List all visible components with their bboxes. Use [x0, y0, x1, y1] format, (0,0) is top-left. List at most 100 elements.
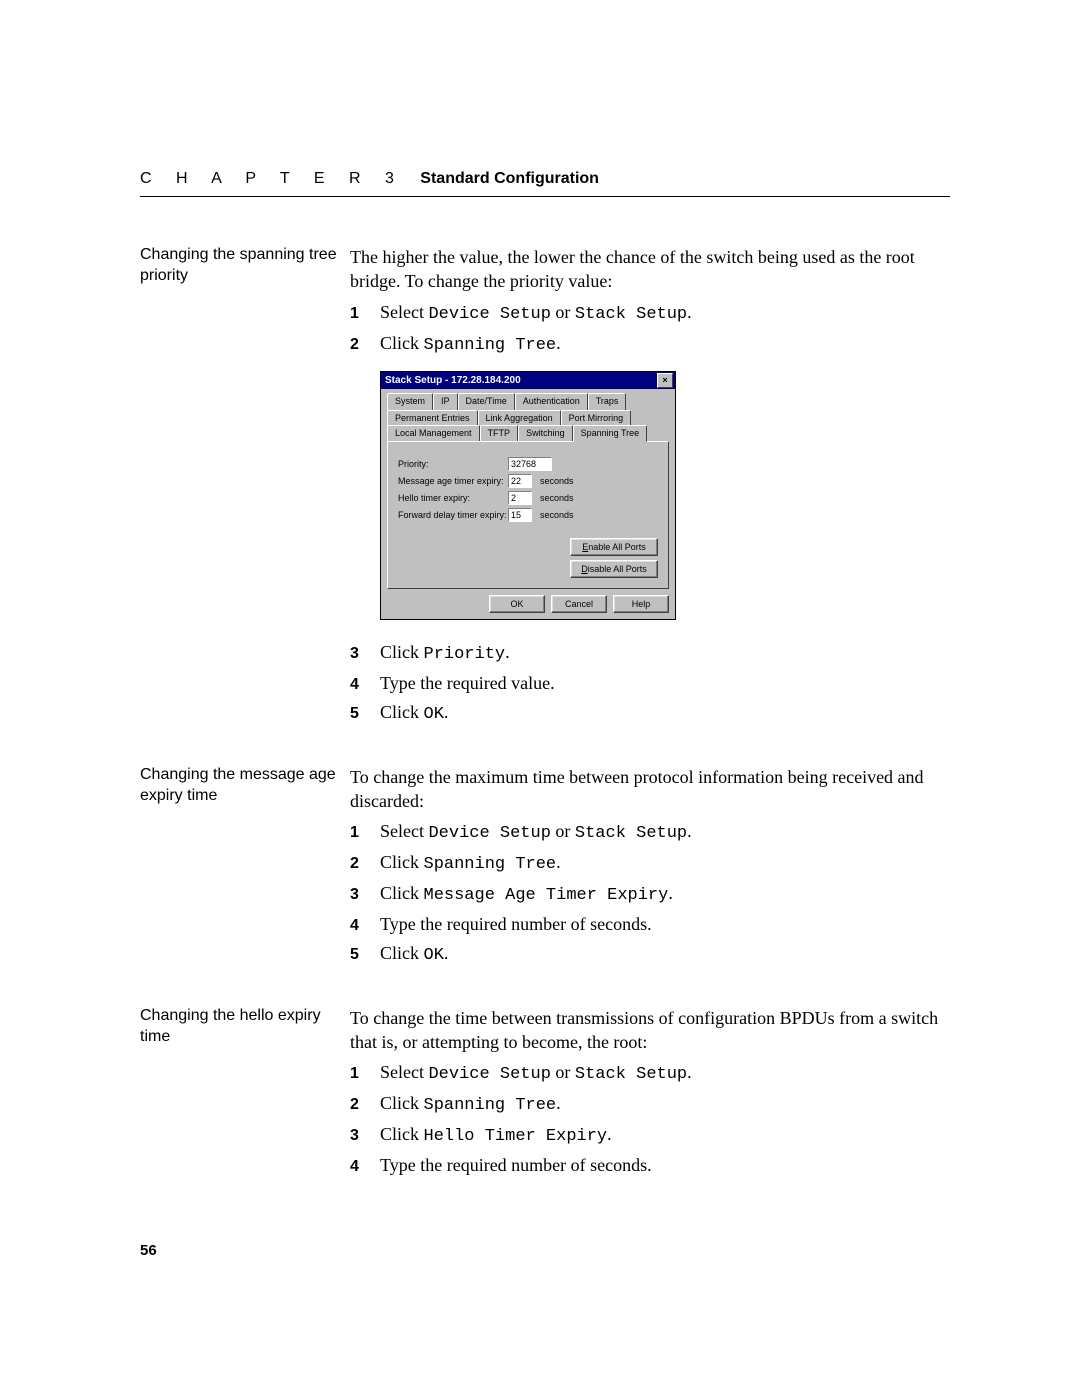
dialog-tab[interactable]: Link Aggregation — [478, 410, 561, 426]
code-literal: Message Age Timer Expiry — [424, 886, 669, 905]
field-input[interactable] — [508, 508, 532, 522]
dialog-button-ok[interactable]: OK — [489, 595, 545, 613]
dialog-field-row: Priority: — [398, 456, 658, 473]
step-item: 3Click Hello Timer Expiry. — [350, 1122, 950, 1149]
field-label: Hello timer expiry: — [398, 492, 508, 504]
page-header: C H A P T E R 3 Standard Configuration — [140, 170, 950, 197]
field-input[interactable] — [508, 491, 532, 505]
code-literal: Priority — [424, 645, 506, 664]
dialog-tab[interactable]: TFTP — [480, 425, 519, 441]
dialog-tab[interactable]: Local Management — [387, 425, 480, 441]
step-item: 1Select Device Setup or Stack Setup. — [350, 1060, 950, 1087]
step-text: Click OK. — [380, 941, 448, 968]
step-number: 4 — [350, 1156, 380, 1178]
step-text: Select Device Setup or Stack Setup. — [380, 819, 692, 846]
dialog-button-help[interactable]: Help — [613, 595, 669, 613]
step-number: 1 — [350, 822, 380, 844]
field-label: Forward delay timer expiry: — [398, 509, 508, 521]
dialog-tab[interactable]: Authentication — [515, 393, 588, 409]
dialog-button-cancel[interactable]: Cancel — [551, 595, 607, 613]
step-item: 1Select Device Setup or Stack Setup. — [350, 300, 950, 327]
step-item: 5Click OK. — [350, 700, 950, 727]
side-heading-message-age: Changing the message age expiry time — [140, 765, 350, 807]
step-text: Select Device Setup or Stack Setup. — [380, 1060, 692, 1087]
step-item: 3Click Message Age Timer Expiry. — [350, 881, 950, 908]
step-item: 1Select Device Setup or Stack Setup. — [350, 819, 950, 846]
field-unit: seconds — [540, 509, 574, 521]
step-item: 3Click Priority. — [350, 640, 950, 667]
field-label: Priority: — [398, 458, 508, 470]
dialog-tab[interactable]: Switching — [518, 425, 573, 441]
step-number: 3 — [350, 884, 380, 906]
step-text: Click Message Age Timer Expiry. — [380, 881, 673, 908]
code-literal: Device Setup — [428, 824, 550, 843]
intro-text: To change the time between transmissions… — [350, 1006, 950, 1055]
dialog-tab[interactable]: Permanent Entries — [387, 410, 478, 426]
step-item: 2Click Spanning Tree. — [350, 1091, 950, 1118]
step-number: 2 — [350, 853, 380, 875]
code-literal: Device Setup — [428, 1065, 550, 1084]
intro-text: The higher the value, the lower the chan… — [350, 245, 950, 294]
step-text: Type the required number of seconds. — [380, 1153, 652, 1177]
step-number: 1 — [350, 303, 380, 325]
chapter-title: Standard Configuration — [420, 170, 599, 187]
step-item: 2Click Spanning Tree. — [350, 850, 950, 877]
dialog-tab[interactable]: Traps — [588, 393, 627, 409]
field-input[interactable] — [508, 457, 552, 471]
dialog-field-row: Hello timer expiry: seconds — [398, 490, 658, 507]
code-literal: Stack Setup — [575, 1065, 687, 1084]
step-number: 3 — [350, 1125, 380, 1147]
page-number: 56 — [140, 1242, 950, 1259]
dialog-tab-active[interactable]: Spanning Tree — [573, 425, 648, 442]
step-item: 4Type the required number of seconds. — [350, 912, 950, 937]
step-text: Type the required number of seconds. — [380, 912, 652, 936]
field-unit: seconds — [540, 475, 574, 487]
code-literal: Hello Timer Expiry — [424, 1127, 608, 1146]
step-item: 5Click OK. — [350, 941, 950, 968]
step-number: 3 — [350, 643, 380, 665]
step-text: Type the required value. — [380, 671, 555, 695]
step-text: Click Spanning Tree. — [380, 1091, 561, 1118]
step-text: Click Spanning Tree. — [380, 850, 561, 877]
code-literal: Stack Setup — [575, 824, 687, 843]
step-number: 4 — [350, 915, 380, 937]
close-icon[interactable]: × — [657, 373, 673, 388]
field-input[interactable] — [508, 474, 532, 488]
step-number: 2 — [350, 1094, 380, 1116]
code-literal: Device Setup — [428, 305, 550, 324]
intro-text: To change the maximum time between proto… — [350, 765, 950, 814]
dialog-screenshot: Stack Setup - 172.28.184.200 × SystemIPD… — [380, 371, 950, 620]
dialog-button[interactable]: Enable All Ports — [570, 538, 658, 556]
code-literal: Spanning Tree — [424, 855, 557, 874]
code-literal: Spanning Tree — [424, 336, 557, 355]
step-item: 2Click Spanning Tree. — [350, 331, 950, 358]
code-literal: Spanning Tree — [424, 1096, 557, 1115]
dialog-tab[interactable]: System — [387, 393, 433, 409]
dialog-tab[interactable]: IP — [433, 393, 458, 409]
dialog-tab[interactable]: Date/Time — [458, 393, 515, 409]
side-heading-hello-expiry: Changing the hello expiry time — [140, 1006, 350, 1048]
field-label: Message age timer expiry: — [398, 475, 508, 487]
dialog-titlebar: Stack Setup - 172.28.184.200 × — [381, 372, 675, 389]
step-number: 2 — [350, 334, 380, 356]
chapter-label: C H A P T E R 3 — [140, 170, 404, 187]
step-number: 4 — [350, 674, 380, 696]
dialog-field-row: Forward delay timer expiry: seconds — [398, 507, 658, 524]
field-unit: seconds — [540, 492, 574, 504]
dialog-tab[interactable]: Port Mirroring — [561, 410, 632, 426]
step-number: 1 — [350, 1063, 380, 1085]
step-number: 5 — [350, 703, 380, 725]
step-text: Click Spanning Tree. — [380, 331, 561, 358]
step-item: 4Type the required value. — [350, 671, 950, 696]
dialog-button[interactable]: Disable All Ports — [570, 560, 658, 578]
side-heading-spanning-priority: Changing the spanning tree priority — [140, 245, 350, 287]
dialog-field-row: Message age timer expiry: seconds — [398, 473, 658, 490]
code-literal: Stack Setup — [575, 305, 687, 324]
dialog-title: Stack Setup - 172.28.184.200 — [385, 374, 521, 388]
step-item: 4Type the required number of seconds. — [350, 1153, 950, 1178]
step-text: Click OK. — [380, 700, 448, 727]
step-number: 5 — [350, 944, 380, 966]
code-literal: OK — [424, 705, 444, 724]
step-text: Click Hello Timer Expiry. — [380, 1122, 612, 1149]
code-literal: OK — [424, 946, 444, 965]
